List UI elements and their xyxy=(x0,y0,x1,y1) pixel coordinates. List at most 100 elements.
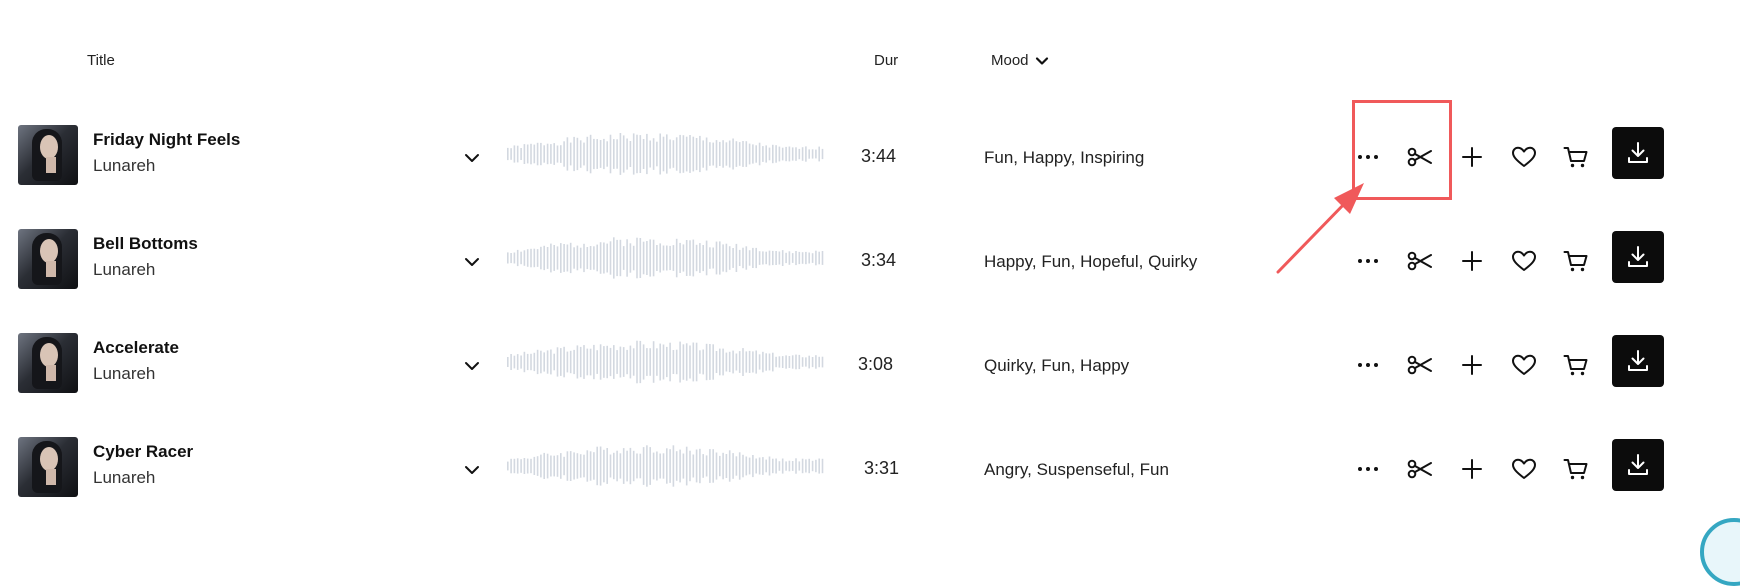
waveform-bar xyxy=(735,353,738,371)
heart-icon xyxy=(1512,250,1536,271)
add-to-playlist-button[interactable] xyxy=(1454,139,1490,175)
waveform-bar xyxy=(738,351,741,373)
chevron-down-icon[interactable] xyxy=(462,252,482,272)
album-art[interactable] xyxy=(18,333,78,393)
track-artist[interactable]: Lunareh xyxy=(93,156,155,176)
waveform-bar xyxy=(762,457,764,475)
add-to-cart-button[interactable] xyxy=(1558,451,1594,487)
waveform-bar xyxy=(550,455,552,477)
waveform-bar xyxy=(553,245,555,271)
chevron-down-icon[interactable] xyxy=(462,356,482,376)
waveform-bar xyxy=(815,459,817,473)
waveform-bar xyxy=(586,136,589,172)
waveform-bar xyxy=(725,454,728,478)
waveform-bar xyxy=(622,448,625,484)
waveform-bar xyxy=(669,139,671,169)
add-to-playlist-button[interactable] xyxy=(1454,347,1490,383)
track-artist[interactable]: Lunareh xyxy=(93,260,155,280)
waveform-bar xyxy=(642,139,645,169)
waveform-bar xyxy=(576,345,579,379)
track-title[interactable]: Bell Bottoms xyxy=(93,234,198,254)
more-options-button[interactable] xyxy=(1350,451,1386,487)
cut-button[interactable] xyxy=(1402,243,1438,279)
add-to-cart-button[interactable] xyxy=(1558,139,1594,175)
waveform-bar xyxy=(795,458,797,474)
waveform-bar xyxy=(556,145,559,163)
waveform-bar xyxy=(639,135,642,173)
track-artist[interactable]: Lunareh xyxy=(93,364,155,384)
favorite-button[interactable] xyxy=(1506,139,1542,175)
track-row[interactable]: Friday Night Feels Lunareh 3:44 Fun, Hap… xyxy=(0,112,1740,216)
waveform-bar xyxy=(808,149,810,159)
download-button[interactable] xyxy=(1612,335,1664,387)
waveform[interactable] xyxy=(507,132,825,176)
waveform-bar xyxy=(619,346,622,378)
waveform-bar xyxy=(589,451,592,481)
waveform-bar xyxy=(719,348,721,376)
column-header-mood[interactable]: Mood xyxy=(991,52,1049,69)
cut-button[interactable] xyxy=(1402,451,1438,487)
waveform-bar xyxy=(679,134,681,174)
add-to-playlist-button[interactable] xyxy=(1454,243,1490,279)
chevron-down-icon[interactable] xyxy=(462,460,482,480)
waveform-bar xyxy=(685,446,688,486)
waveform-bar xyxy=(560,348,562,376)
waveform-bar xyxy=(811,357,814,368)
waveform-bar xyxy=(649,348,651,376)
waveform-bar xyxy=(682,135,685,173)
waveform-bar xyxy=(649,239,651,277)
waveform-bar xyxy=(652,239,655,277)
chevron-down-icon[interactable] xyxy=(462,148,482,168)
add-to-cart-button[interactable] xyxy=(1558,243,1594,279)
more-options-button[interactable] xyxy=(1350,347,1386,383)
favorite-button[interactable] xyxy=(1506,451,1542,487)
download-button[interactable] xyxy=(1612,439,1664,491)
waveform-bar xyxy=(586,247,589,270)
waveform-bar xyxy=(765,145,767,163)
waveform-bar xyxy=(692,342,695,382)
favorite-button[interactable] xyxy=(1506,243,1542,279)
track-title[interactable]: Accelerate xyxy=(93,338,179,358)
waveform-bar xyxy=(613,139,615,169)
track-row[interactable]: Accelerate Lunareh 3:08 Quirky, Fun, Hap… xyxy=(0,320,1740,424)
waveform-bar xyxy=(632,133,635,175)
waveform-bar xyxy=(649,140,651,168)
waveform-bar xyxy=(520,148,522,160)
track-row[interactable]: Bell Bottoms Lunareh 3:34 Happy, Fun, Ho… xyxy=(0,216,1740,320)
waveform-bar xyxy=(636,134,638,174)
waveform-bar xyxy=(530,143,532,165)
waveform-bar xyxy=(520,459,522,473)
waveform-bar xyxy=(709,247,711,269)
waveform-bar xyxy=(735,243,738,272)
download-button[interactable] xyxy=(1612,127,1664,179)
cut-button[interactable] xyxy=(1402,347,1438,383)
waveform-bar xyxy=(583,345,585,379)
track-title[interactable]: Friday Night Feels xyxy=(93,130,240,150)
waveform-bar xyxy=(742,348,744,376)
favorite-button[interactable] xyxy=(1506,347,1542,383)
add-to-cart-button[interactable] xyxy=(1558,347,1594,383)
album-art[interactable] xyxy=(18,229,78,289)
waveform-bar xyxy=(556,455,559,477)
waveform-bar xyxy=(728,450,731,482)
waveform-bar xyxy=(649,447,651,485)
waveform-bar xyxy=(815,149,817,159)
waveform-bar xyxy=(755,458,757,474)
track-row[interactable]: Cyber Racer Lunareh 3:31 Angry, Suspense… xyxy=(0,424,1740,528)
waveform-bar xyxy=(583,243,585,273)
chat-bubble-icon[interactable] xyxy=(1700,518,1740,586)
waveform-bar xyxy=(725,352,728,372)
waveform-bar xyxy=(768,147,771,161)
album-art[interactable] xyxy=(18,125,78,185)
add-to-playlist-button[interactable] xyxy=(1454,451,1490,487)
album-art[interactable] xyxy=(18,437,78,497)
waveform-bar xyxy=(788,146,791,162)
waveform[interactable] xyxy=(507,236,825,280)
waveform[interactable] xyxy=(507,340,825,384)
waveform-bar xyxy=(702,245,704,272)
track-title[interactable]: Cyber Racer xyxy=(93,442,193,462)
waveform-bar xyxy=(596,446,598,486)
track-artist[interactable]: Lunareh xyxy=(93,468,155,488)
download-button[interactable] xyxy=(1612,231,1664,283)
waveform[interactable] xyxy=(507,444,825,488)
